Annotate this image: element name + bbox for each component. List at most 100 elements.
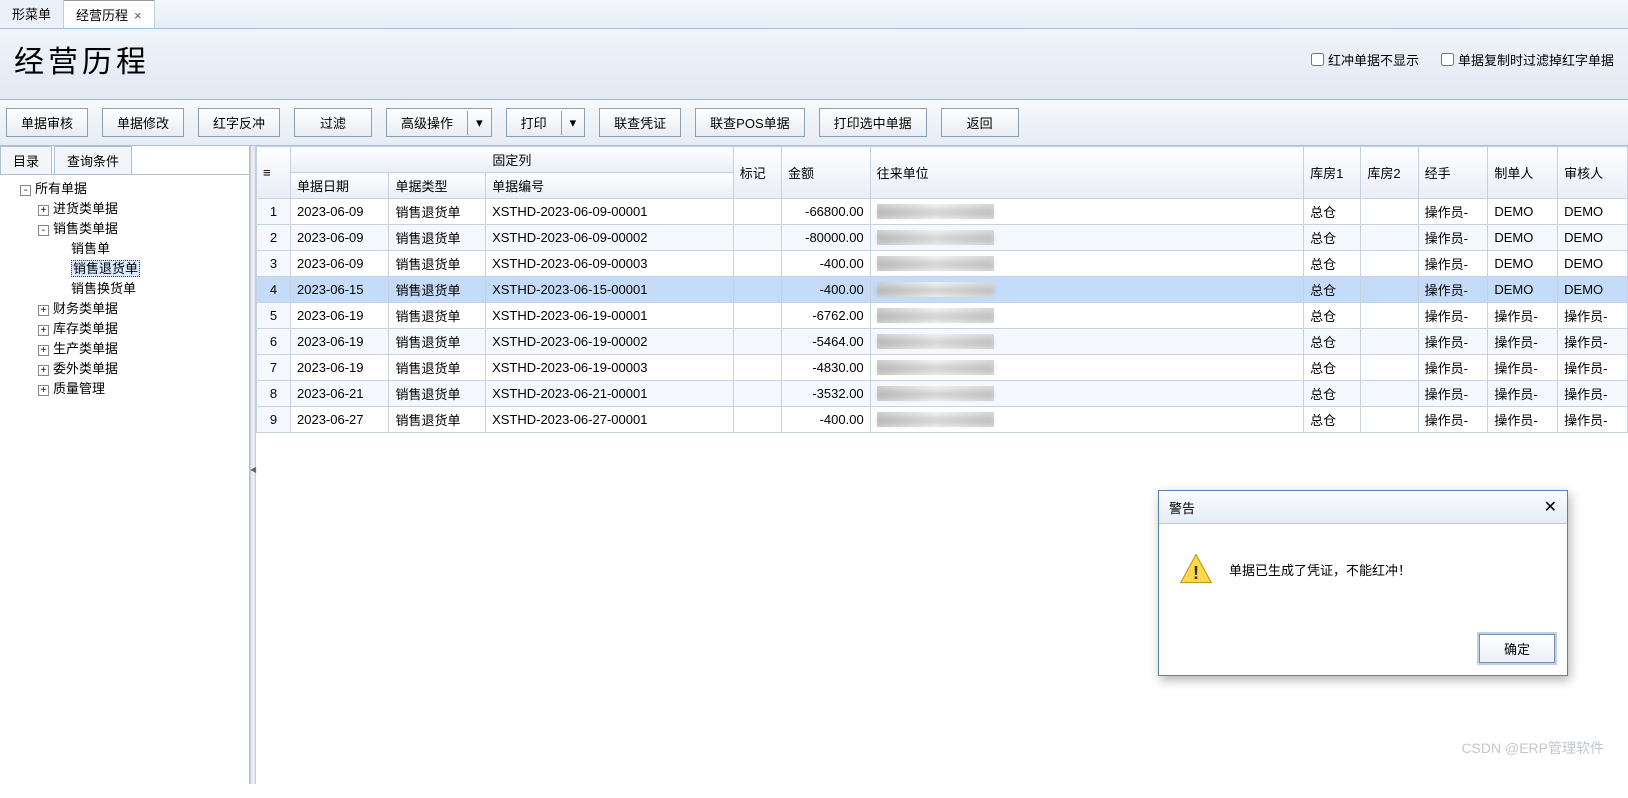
col-rownum[interactable]: ≡ bbox=[257, 147, 291, 199]
cell-maker: 操作员- bbox=[1488, 381, 1558, 407]
cell-rownum: 1 bbox=[257, 199, 291, 225]
ok-button[interactable]: 确定 bbox=[1479, 634, 1555, 663]
cell-wh2 bbox=[1361, 199, 1418, 225]
cell-mark bbox=[733, 355, 781, 381]
cell-amount: -400.00 bbox=[782, 277, 871, 303]
plus-icon[interactable]: + bbox=[38, 325, 49, 336]
table-row[interactable]: 32023-06-09销售退货单XSTHD-2023-06-09-00003-4… bbox=[257, 251, 1628, 277]
table-row[interactable]: 62023-06-19销售退货单XSTHD-2023-06-19-00002-5… bbox=[257, 329, 1628, 355]
col-party[interactable]: 往来单位 bbox=[870, 147, 1303, 199]
cell-wh2 bbox=[1361, 329, 1418, 355]
table-row[interactable]: 12023-06-09销售退货单XSTHD-2023-06-09-00001-6… bbox=[257, 199, 1628, 225]
tab-history[interactable]: 经营历程× bbox=[64, 0, 155, 28]
tab-menu[interactable]: 形菜单 bbox=[0, 0, 64, 28]
minus-icon[interactable]: - bbox=[38, 225, 49, 236]
cell-type: 销售退货单 bbox=[389, 277, 486, 303]
tree-production[interactable]: +生产类单据 bbox=[38, 339, 247, 359]
tree-purchase[interactable]: +进货类单据 bbox=[38, 199, 247, 219]
table-row[interactable]: 22023-06-09销售退货单XSTHD-2023-06-09-00002-8… bbox=[257, 225, 1628, 251]
red-reverse-button[interactable]: 红字反冲 bbox=[198, 108, 280, 137]
cell-type: 销售退货单 bbox=[389, 303, 486, 329]
cell-type: 销售退货单 bbox=[389, 225, 486, 251]
col-maker[interactable]: 制单人 bbox=[1488, 147, 1558, 199]
plus-icon[interactable]: + bbox=[38, 205, 49, 216]
tree-inventory[interactable]: +库存类单据 bbox=[38, 319, 247, 339]
col-date[interactable]: 单据日期 bbox=[291, 173, 389, 199]
modify-button[interactable]: 单据修改 bbox=[102, 108, 184, 137]
checkbox-filter-red[interactable]: 单据复制时过滤掉红字单据 bbox=[1441, 50, 1614, 69]
tree-root[interactable]: -所有单据 +进货类单据 -销售类单据 销售单 销售退货单 销售换货单 +财务类… bbox=[20, 179, 247, 399]
chevron-down-icon[interactable]: ▾ bbox=[467, 111, 491, 135]
filter-button[interactable]: 过滤 bbox=[294, 108, 372, 137]
cell-amount: -3532.00 bbox=[782, 381, 871, 407]
btn-label: 高级操作 bbox=[387, 109, 467, 136]
tree-finance[interactable]: + 财务类单据 bbox=[38, 299, 247, 319]
col-wh1[interactable]: 库房1 bbox=[1304, 147, 1361, 199]
col-mark[interactable]: 标记 bbox=[733, 147, 781, 199]
tree-sale-exchange[interactable]: 销售换货单 bbox=[56, 279, 247, 299]
cell-date: 2023-06-21 bbox=[291, 381, 389, 407]
cell-party: xxxxxxxxxxxxxxxxxx bbox=[870, 303, 1303, 329]
tree-quality[interactable]: +质量管理 bbox=[38, 379, 247, 399]
table-row[interactable]: 92023-06-27销售退货单XSTHD-2023-06-27-00001-4… bbox=[257, 407, 1628, 433]
col-code[interactable]: 单据编号 bbox=[486, 173, 734, 199]
close-icon[interactable]: ✕ bbox=[1544, 497, 1557, 517]
cell-code: XSTHD-2023-06-09-00001 bbox=[486, 199, 734, 225]
back-button[interactable]: 返回 bbox=[941, 108, 1019, 137]
close-icon[interactable]: × bbox=[134, 8, 142, 23]
col-wh2[interactable]: 库房2 bbox=[1361, 147, 1418, 199]
checkbox-hide-red[interactable]: 红冲单据不显示 bbox=[1311, 50, 1419, 69]
advanced-button[interactable]: 高级操作▾ bbox=[386, 108, 492, 137]
main-body: 目录 查询条件 -所有单据 +进货类单据 -销售类单据 销售单 销售退货单 销售… bbox=[0, 146, 1628, 784]
window-tabs: 形菜单 经营历程× bbox=[0, 0, 1628, 29]
cell-mark bbox=[733, 199, 781, 225]
col-handler[interactable]: 经手 bbox=[1418, 147, 1488, 199]
cell-date: 2023-06-09 bbox=[291, 225, 389, 251]
dialog-footer: 确定 bbox=[1159, 626, 1567, 675]
cell-auditor: DEMO bbox=[1558, 251, 1628, 277]
watermark: CSDN @ERP管理软件 bbox=[1461, 738, 1604, 758]
tree-outsource[interactable]: +委外类单据 bbox=[38, 359, 247, 379]
plus-icon[interactable]: + bbox=[38, 365, 49, 376]
cell-handler: 操作员- bbox=[1418, 251, 1488, 277]
cell-wh2 bbox=[1361, 355, 1418, 381]
tree-sale-return[interactable]: 销售退货单 bbox=[56, 259, 247, 279]
checkbox-input[interactable] bbox=[1311, 53, 1324, 66]
table-row[interactable]: 42023-06-15销售退货单XSTHD-2023-06-15-00001-4… bbox=[257, 277, 1628, 303]
audit-button[interactable]: 单据审核 bbox=[6, 108, 88, 137]
cell-auditor: DEMO bbox=[1558, 277, 1628, 303]
tree-sales[interactable]: -销售类单据 销售单 销售退货单 销售换货单 bbox=[38, 219, 247, 299]
plus-icon[interactable]: + bbox=[38, 385, 49, 396]
col-type[interactable]: 单据类型 bbox=[389, 173, 486, 199]
checkbox-input[interactable] bbox=[1441, 53, 1454, 66]
cell-mark bbox=[733, 251, 781, 277]
table-row[interactable]: 82023-06-21销售退货单XSTHD-2023-06-21-00001-3… bbox=[257, 381, 1628, 407]
print-button[interactable]: 打印▾ bbox=[506, 108, 586, 137]
tree-label: 所有单据 bbox=[35, 181, 87, 196]
tree-label: 财务类单据 bbox=[53, 301, 118, 316]
col-auditor[interactable]: 审核人 bbox=[1558, 147, 1628, 199]
lookup-voucher-button[interactable]: 联查凭证 bbox=[599, 108, 681, 137]
tab-catalog[interactable]: 目录 bbox=[0, 146, 52, 174]
cell-date: 2023-06-09 bbox=[291, 199, 389, 225]
lookup-pos-button[interactable]: 联查POS单据 bbox=[695, 108, 804, 137]
plus-icon[interactable]: + bbox=[38, 345, 49, 356]
chevron-down-icon[interactable]: ▾ bbox=[561, 111, 585, 135]
cell-wh1: 总仓 bbox=[1304, 381, 1361, 407]
table-row[interactable]: 72023-06-19销售退货单XSTHD-2023-06-19-00003-4… bbox=[257, 355, 1628, 381]
col-amount[interactable]: 金额 bbox=[782, 147, 871, 199]
cell-type: 销售退货单 bbox=[389, 381, 486, 407]
page-title: 经营历程 bbox=[14, 37, 150, 81]
cell-wh1: 总仓 bbox=[1304, 329, 1361, 355]
table-row[interactable]: 52023-06-19销售退货单XSTHD-2023-06-19-00001-6… bbox=[257, 303, 1628, 329]
cell-maker: DEMO bbox=[1488, 277, 1558, 303]
cell-handler: 操作员- bbox=[1418, 407, 1488, 433]
cell-rownum: 5 bbox=[257, 303, 291, 329]
minus-icon[interactable]: - bbox=[20, 185, 31, 196]
tab-query[interactable]: 查询条件 bbox=[54, 146, 132, 174]
print-selected-button[interactable]: 打印选中单据 bbox=[819, 108, 927, 137]
plus-icon[interactable]: + bbox=[38, 305, 49, 316]
cell-rownum: 8 bbox=[257, 381, 291, 407]
cell-code: XSTHD-2023-06-09-00003 bbox=[486, 251, 734, 277]
tree-sale[interactable]: 销售单 bbox=[56, 239, 247, 259]
